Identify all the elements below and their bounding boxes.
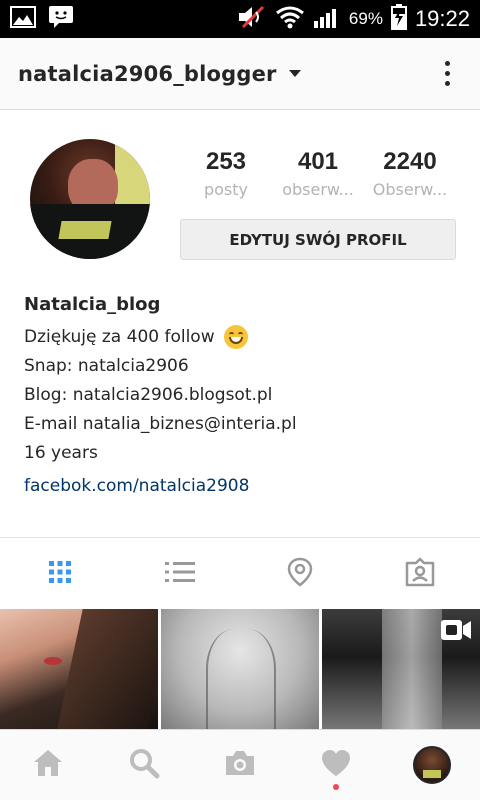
search-icon	[128, 747, 160, 783]
nav-search[interactable]	[96, 730, 192, 800]
signal-icon	[313, 5, 341, 33]
username-switcher[interactable]: natalcia2906_blogger	[18, 62, 277, 86]
nav-home[interactable]	[0, 730, 96, 800]
image-notification-icon	[10, 6, 36, 32]
bio-line: Blog: natalcia2906.blogsot.pl	[24, 385, 273, 405]
stat-following-label: Obserw...	[372, 180, 448, 199]
photo-thumbnail[interactable]	[322, 609, 480, 729]
home-icon	[32, 748, 64, 782]
stat-followers-label: obserw...	[282, 180, 354, 199]
notification-dot	[333, 784, 339, 790]
photo-thumbnail[interactable]	[161, 609, 319, 729]
profile-stats: 253 posty 401 obserw... 2240 Obserw...	[180, 148, 456, 199]
bio-line: E-mail natalia_biznes@interia.pl	[24, 414, 297, 434]
tab-tagged[interactable]	[360, 538, 480, 609]
more-options-icon[interactable]	[445, 61, 450, 86]
tagged-person-icon	[405, 557, 435, 591]
tab-grid[interactable]	[0, 538, 120, 609]
profile-avatar-icon	[413, 746, 451, 784]
grinning-face-icon	[224, 325, 249, 349]
mute-icon	[237, 5, 267, 33]
stat-followers-count: 401	[297, 148, 339, 175]
stat-posts-count: 253	[205, 148, 247, 175]
photo-grid	[0, 609, 480, 729]
stat-posts[interactable]: 253 posty	[180, 148, 272, 199]
nav-profile[interactable]	[384, 730, 480, 800]
profile-view-tabs	[0, 537, 480, 609]
bottom-navigation	[0, 729, 480, 800]
edit-profile-button[interactable]: EDYTUJ SWÓJ PROFIL	[180, 219, 456, 260]
bio-line: 16 years	[24, 443, 98, 463]
profile-bio: Natalcia_blog Dziękuję za 400 follow Sna…	[24, 294, 464, 501]
bio-line: Dziękuję za 400 follow	[24, 323, 464, 352]
stat-following[interactable]: 2240 Obserw...	[364, 148, 456, 199]
bio-line: Snap: natalcia2906	[24, 356, 189, 376]
bio-name: Natalcia_blog	[24, 294, 161, 315]
nav-camera[interactable]	[192, 730, 288, 800]
profile-header-bar: natalcia2906_blogger	[0, 38, 480, 110]
stat-followers[interactable]: 401 obserw...	[272, 148, 364, 199]
wifi-icon	[275, 5, 305, 33]
battery-percent: 69%	[348, 9, 383, 28]
message-notification-icon	[48, 5, 74, 33]
profile-avatar[interactable]	[30, 139, 150, 259]
camera-icon	[223, 748, 257, 782]
location-pin-icon	[287, 557, 313, 591]
clock: 19:22	[414, 6, 470, 31]
stat-following-count: 2240	[383, 148, 437, 175]
photo-thumbnail[interactable]	[0, 609, 158, 729]
heart-icon	[320, 748, 352, 782]
bio-website-link[interactable]: facebok.com/natalcia2908	[24, 472, 464, 501]
nav-activity[interactable]	[288, 730, 384, 800]
stat-posts-label: posty	[203, 180, 249, 199]
status-bar: 69% 19:22	[0, 0, 480, 38]
battery-charging-icon	[390, 4, 407, 34]
bio-line-text: Dziękuję za 400 follow	[24, 327, 215, 347]
video-camera-icon	[440, 619, 472, 645]
list-icon	[165, 560, 195, 588]
grid-icon	[48, 560, 72, 588]
tab-list[interactable]	[120, 538, 240, 609]
chevron-down-icon[interactable]	[288, 70, 301, 77]
tab-location[interactable]	[240, 538, 360, 609]
